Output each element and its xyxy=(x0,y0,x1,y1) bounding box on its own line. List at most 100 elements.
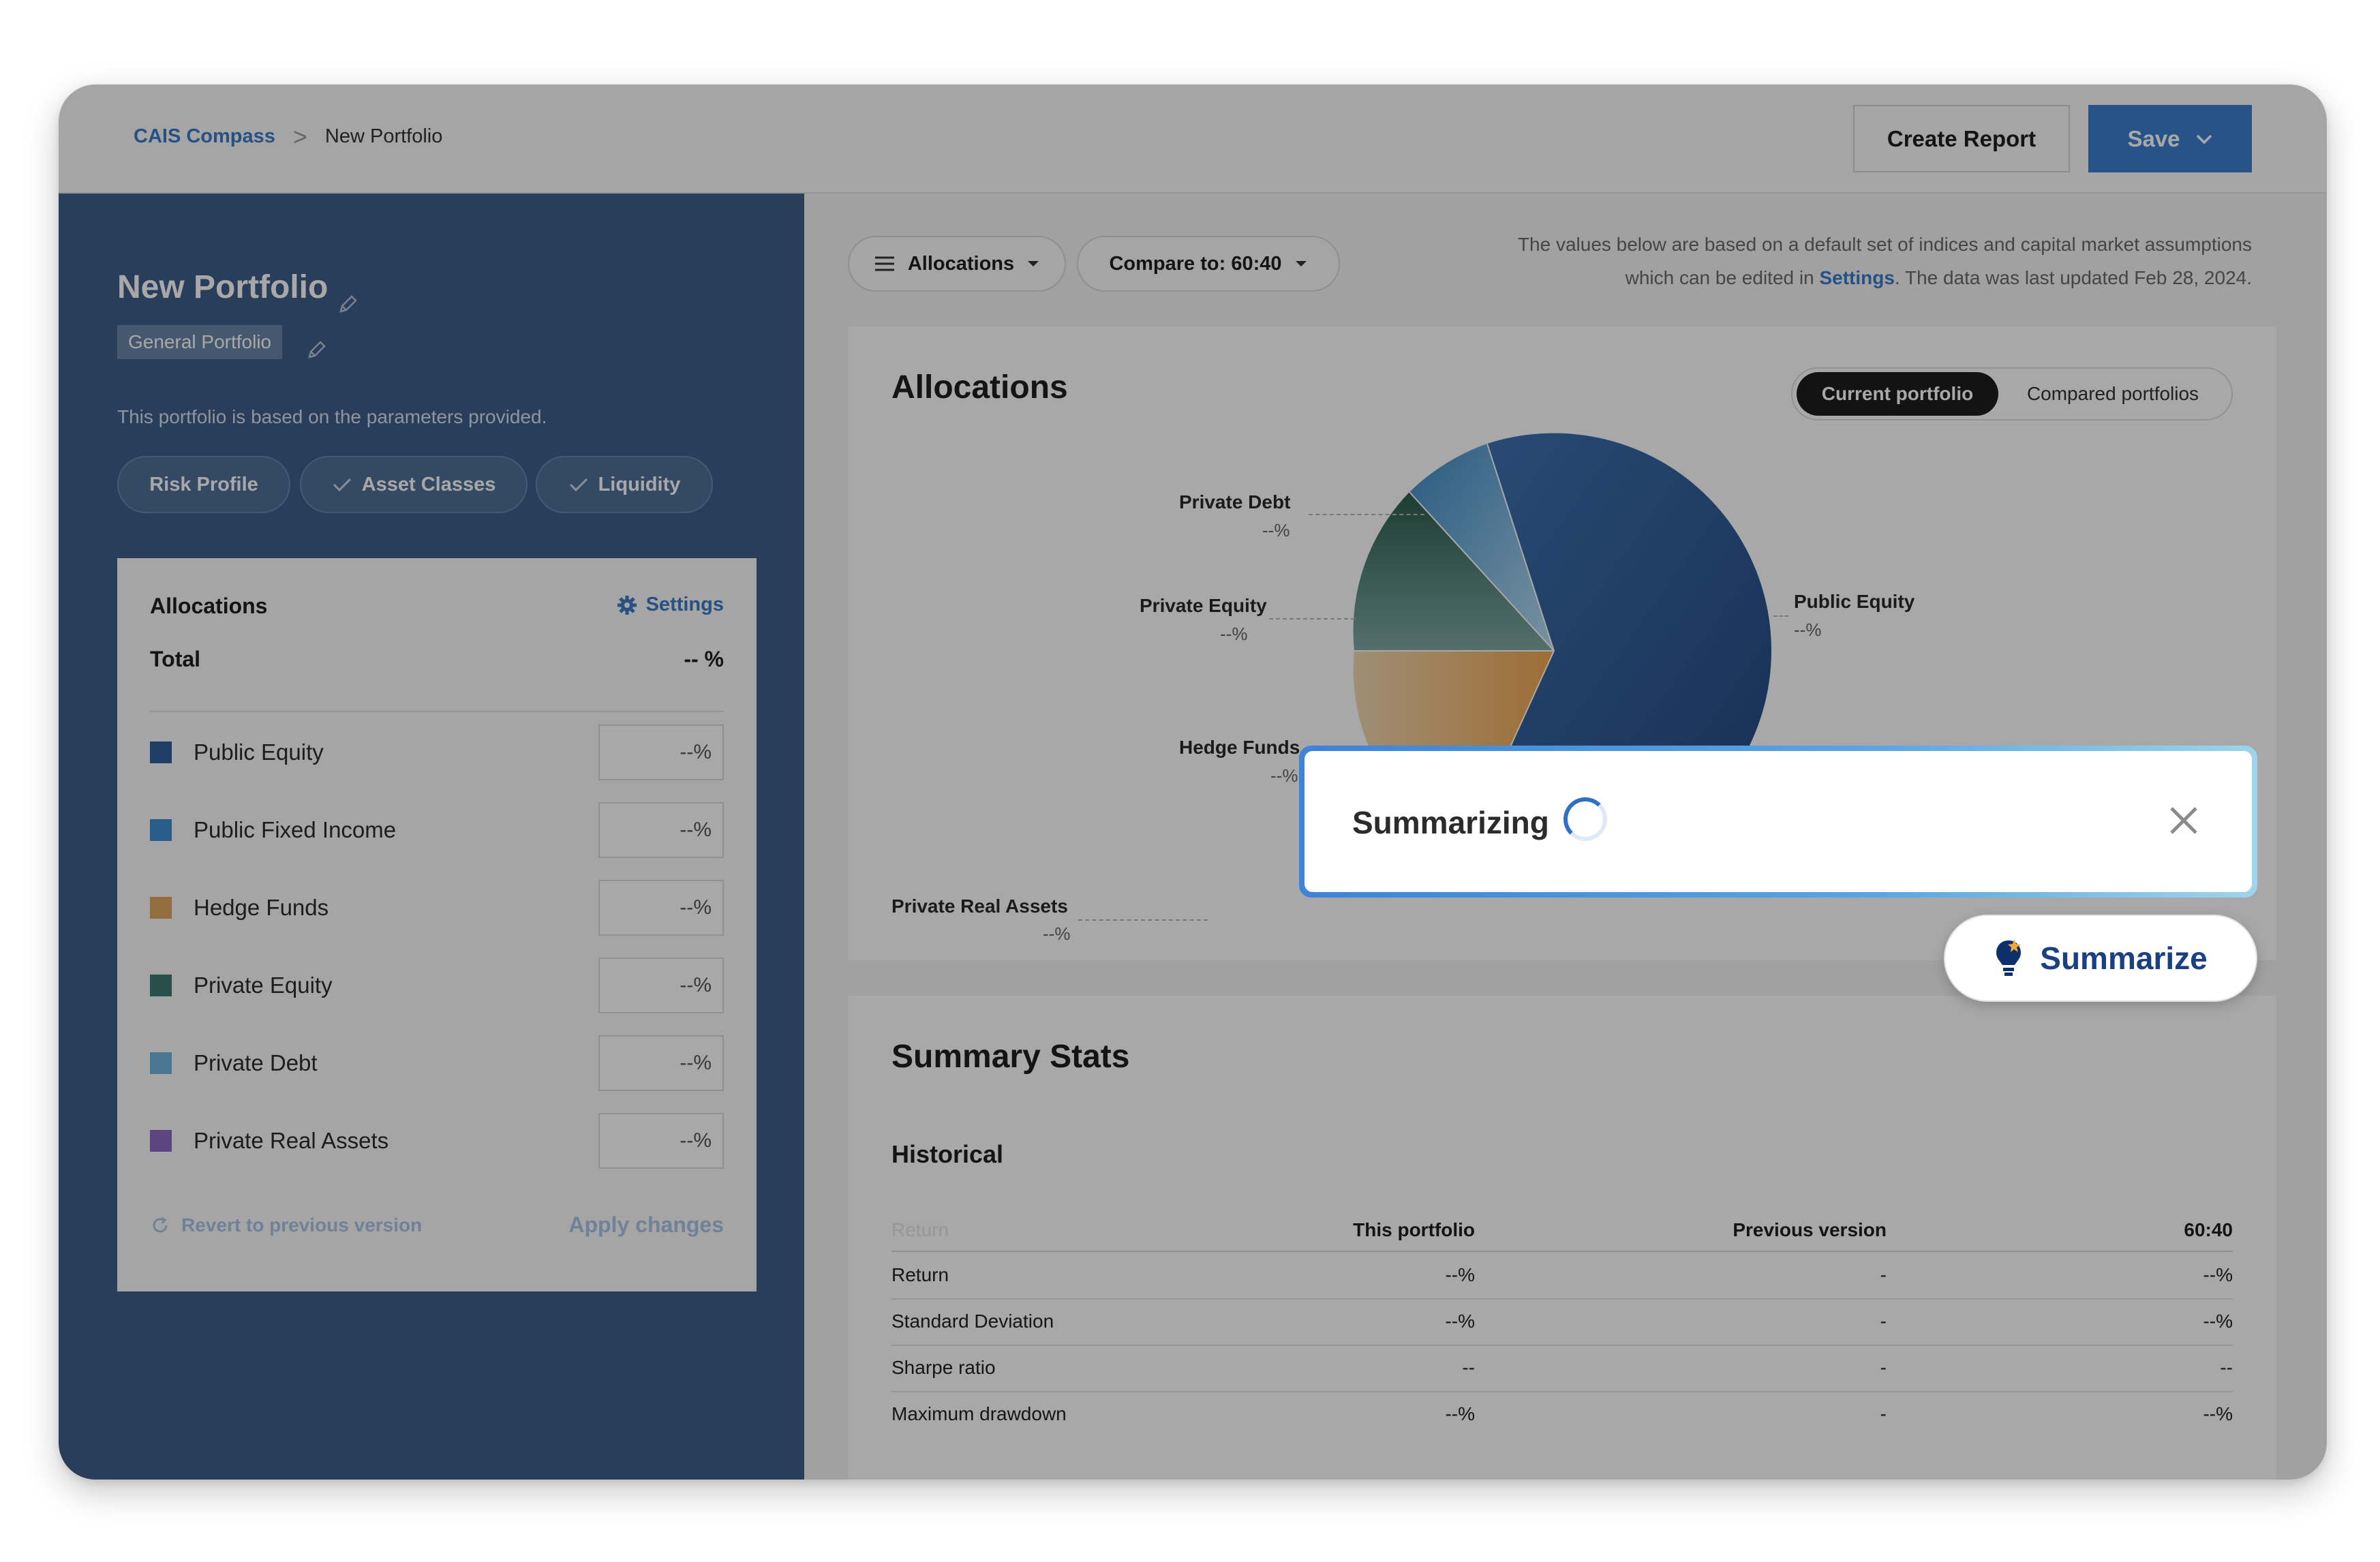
asset-name: Public Fixed Income xyxy=(194,817,397,842)
label-private-debt: Private Debt xyxy=(1179,491,1291,512)
cell-prev: - xyxy=(1880,1264,1887,1285)
settings-label: Settings xyxy=(645,594,724,615)
close-icon[interactable] xyxy=(2162,799,2206,842)
caret-down-icon xyxy=(1028,261,1039,266)
liquidity-label: Liquidity xyxy=(598,473,681,495)
asset-row-private-equity: Private Equity --% xyxy=(150,958,724,1013)
allocation-input-public-equity[interactable]: --% xyxy=(598,724,724,780)
row-label: Maximum drawdown xyxy=(891,1403,1067,1424)
leader-line xyxy=(1269,618,1355,619)
revert-link[interactable]: Revert to previous version xyxy=(150,1214,422,1236)
parameters-note: This portfolio is based on the parameter… xyxy=(117,406,547,427)
disclaimer-line-1: The values below are based on a default … xyxy=(1517,234,2252,255)
allocations-dropdown-label: Allocations xyxy=(907,252,1015,275)
row-label: Sharpe ratio xyxy=(891,1357,996,1378)
pct-private-equity: --% xyxy=(1220,624,1248,644)
swatch-hedge-funds xyxy=(150,897,172,919)
column-header-metric: Return xyxy=(891,1219,949,1240)
asset-row-public-fixed-income: Public Fixed Income --% xyxy=(150,802,724,858)
pct-private-real-assets: --% xyxy=(1043,923,1071,944)
summary-dialog-body: Summarizing xyxy=(1305,751,2252,892)
allocation-input-public-fixed-income[interactable]: --% xyxy=(598,802,724,858)
allocations-card-footer: Revert to previous version Apply changes xyxy=(150,1212,724,1238)
cell-prev: - xyxy=(1880,1311,1887,1332)
row-label: Return xyxy=(891,1264,949,1285)
menu-icon xyxy=(874,256,894,271)
column-header-this-portfolio: This portfolio xyxy=(1353,1219,1475,1240)
caret-down-icon xyxy=(1295,261,1307,266)
asset-row-public-equity: Public Equity --% xyxy=(150,724,724,780)
save-button[interactable]: Save xyxy=(2088,105,2252,172)
swatch-private-real-assets xyxy=(150,1130,172,1152)
apply-changes-button[interactable]: Apply changes xyxy=(568,1212,724,1238)
summary-dialog: Summarizing xyxy=(1299,746,2257,898)
disclaimer-line-2: which can be edited in Settings. The dat… xyxy=(1366,261,2252,294)
label-private-real-assets: Private Real Assets xyxy=(891,895,1068,917)
breadcrumb-current: New Portfolio xyxy=(324,125,443,147)
refresh-icon xyxy=(153,1216,168,1232)
disclaimer-text: which can be edited in xyxy=(1625,267,1820,288)
portfolio-title: New Portfolio xyxy=(117,269,329,305)
loading-spinner-icon xyxy=(1563,797,1607,841)
allocation-input-private-debt[interactable]: --% xyxy=(598,1035,724,1091)
cell-bench: --% xyxy=(2203,1264,2233,1285)
cell-prev: - xyxy=(1880,1403,1887,1424)
total-value: -- % xyxy=(684,647,724,671)
breadcrumb-root-link[interactable]: CAIS Compass xyxy=(134,125,275,148)
column-header-previous-version: Previous version xyxy=(1733,1219,1887,1240)
lightbulb-icon xyxy=(1996,939,2022,976)
breadcrumb: CAIS Compass > New Portfolio xyxy=(134,123,443,151)
table-row: Return --% - --% xyxy=(891,1253,2233,1300)
asset-row-private-debt: Private Debt --% xyxy=(150,1035,724,1091)
label-private-equity: Private Equity xyxy=(1140,595,1267,616)
swatch-private-debt xyxy=(150,1052,172,1074)
asset-name: Private Real Assets xyxy=(194,1128,389,1153)
portfolio-type-tag: General Portfolio xyxy=(117,325,283,359)
allocations-card: Allocations Settings Total -- % Public E… xyxy=(117,558,757,1291)
historical-subtitle: Historical xyxy=(891,1140,1004,1168)
asset-classes-pill[interactable]: Asset Classes xyxy=(300,456,528,513)
label-public-equity: Public Equity xyxy=(1794,591,1915,612)
cell-bench: -- xyxy=(2220,1357,2233,1378)
total-label: Total xyxy=(150,647,201,671)
allocation-input-private-real-assets[interactable]: --% xyxy=(598,1113,724,1169)
cell-prev: - xyxy=(1880,1357,1887,1378)
swatch-private-equity xyxy=(150,975,172,996)
table-row: Sharpe ratio -- - -- xyxy=(891,1346,2233,1392)
data-disclaimer: The values below are based on a default … xyxy=(1366,228,2252,294)
summarize-button[interactable]: Summarize xyxy=(1944,915,2257,1002)
cell-this: --% xyxy=(1445,1311,1475,1332)
disclaimer-settings-link[interactable]: Settings xyxy=(1819,267,1894,288)
edit-type-pencil-icon[interactable] xyxy=(305,338,329,361)
check-icon xyxy=(333,478,351,492)
swatch-public-equity xyxy=(150,741,172,763)
chevron-down-icon xyxy=(2196,134,2212,144)
edit-title-pencil-icon[interactable] xyxy=(337,292,360,316)
label-hedge-funds: Hedge Funds xyxy=(1179,737,1300,758)
portfolio-sidebar: New Portfolio General Portfolio This por… xyxy=(59,194,804,1480)
allocation-input-private-equity[interactable]: --% xyxy=(598,958,724,1013)
pct-public-equity: --% xyxy=(1794,619,1822,640)
cell-this: --% xyxy=(1445,1403,1475,1424)
save-button-label: Save xyxy=(2127,125,2180,151)
pct-private-debt: --% xyxy=(1262,520,1290,540)
risk-profile-pill[interactable]: Risk Profile xyxy=(117,456,290,513)
breadcrumb-chevron-icon: > xyxy=(292,123,307,151)
swatch-public-fixed-income xyxy=(150,819,172,841)
create-report-button[interactable]: Create Report xyxy=(1853,105,2070,172)
row-label: Standard Deviation xyxy=(891,1311,1054,1332)
settings-link[interactable]: Settings xyxy=(616,594,724,616)
column-header-benchmark: 60:40 xyxy=(2184,1219,2233,1240)
liquidity-pill[interactable]: Liquidity xyxy=(536,456,713,513)
allocation-input-hedge-funds[interactable]: --% xyxy=(598,880,724,936)
cell-this: -- xyxy=(1462,1357,1475,1378)
compare-dropdown[interactable]: Compare to: 60:40 xyxy=(1077,236,1340,292)
cell-bench: --% xyxy=(2203,1311,2233,1332)
asset-name: Hedge Funds xyxy=(194,895,329,920)
compare-dropdown-label: Compare to: 60:40 xyxy=(1109,252,1282,275)
stats-table-header: Return This portfolio Previous version 6… xyxy=(891,1208,2233,1252)
table-row: Maximum drawdown --% - --% xyxy=(891,1392,2233,1439)
allocations-dropdown[interactable]: Allocations xyxy=(848,236,1066,292)
asset-classes-label: Asset Classes xyxy=(361,473,496,495)
total-row: Total -- % xyxy=(150,647,724,712)
